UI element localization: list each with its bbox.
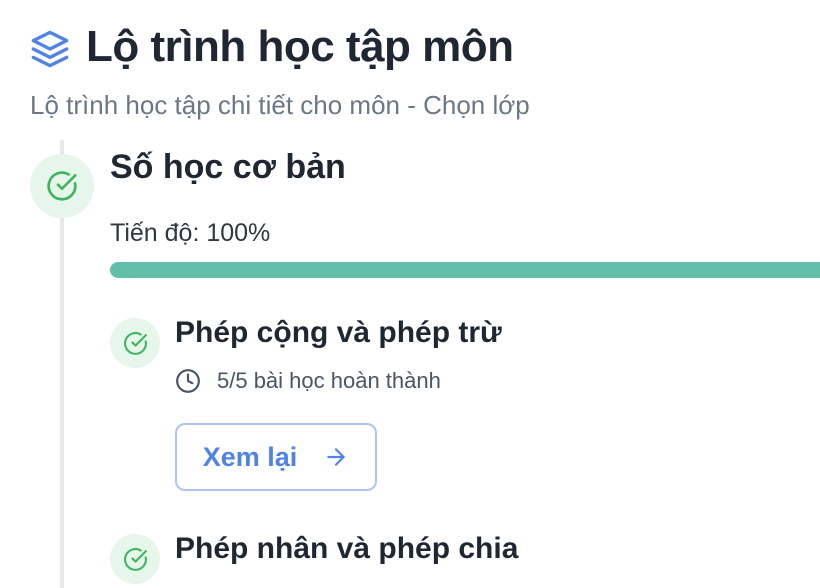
module-status-icon	[30, 154, 94, 218]
module-title: Số học cơ bản	[110, 148, 346, 186]
lesson-meta-text: 5/5 bài học hoàn thành	[217, 368, 441, 393]
lesson-status-icon	[110, 318, 160, 368]
learning-path-page: Lộ trình học tập môn Lộ trình học tập ch…	[0, 0, 820, 588]
review-button[interactable]: Xem lại	[175, 423, 377, 491]
page-subtitle: Lộ trình học tập chi tiết cho môn - Chọn…	[30, 90, 530, 120]
arrow-right-icon	[327, 448, 345, 466]
lesson-meta: 5/5 bài học hoàn thành	[175, 368, 441, 394]
layers-icon	[31, 30, 69, 68]
lesson-title: Phép nhân và phép chia	[175, 532, 519, 565]
progress-bar-fill	[110, 262, 820, 278]
progress-bar	[110, 262, 820, 278]
lesson-title: Phép cộng và phép trừ	[175, 316, 502, 349]
check-circle-icon	[47, 171, 77, 201]
clock-icon	[176, 369, 200, 393]
page-title: Lộ trình học tập môn	[86, 22, 514, 71]
check-circle-icon	[123, 331, 147, 355]
lesson-status-icon	[110, 534, 160, 584]
progress-label: Tiến độ: 100%	[110, 219, 271, 247]
review-button-label: Xem lại	[202, 441, 298, 472]
check-circle-icon	[123, 547, 147, 571]
